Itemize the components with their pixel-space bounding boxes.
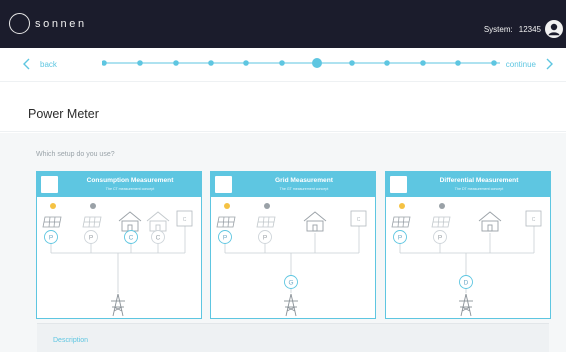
consumption-diagram: C P P C C <box>42 203 193 317</box>
step-dot[interactable] <box>137 60 143 66</box>
grid-diagram: C P P G <box>216 203 367 317</box>
solar-panel-icon <box>431 216 451 228</box>
card-title: Differential Measurement <box>439 177 519 184</box>
meter-label: P <box>263 234 267 241</box>
back-label: back <box>40 59 57 69</box>
meter-icon: D <box>459 275 473 289</box>
description-label: Description <box>53 337 89 344</box>
meter-label: P <box>49 234 53 241</box>
user-avatar-icon[interactable] <box>545 20 563 38</box>
card-subtitle: The DT measurement concept <box>454 187 504 191</box>
storage-box-label: C <box>357 217 361 223</box>
meter-label: C <box>156 234 161 241</box>
meter-label: P <box>438 234 442 241</box>
power-tower-icon <box>459 293 473 317</box>
moon-icon <box>264 203 270 209</box>
step-dot[interactable] <box>455 60 461 66</box>
page-title: Power Meter <box>28 107 99 121</box>
storage-box-label: C <box>532 217 536 223</box>
step-dot[interactable] <box>384 60 390 66</box>
solar-panel-icon <box>256 216 276 228</box>
setup-content: Which setup do you use? Consumption Meas… <box>0 133 566 352</box>
sun-icon <box>50 203 56 209</box>
select-checkbox[interactable] <box>41 176 58 193</box>
meter-icon: P <box>433 230 447 244</box>
differential-diagram: C P P D <box>391 203 542 317</box>
chevron-right-icon <box>546 58 553 70</box>
card-title: Grid Measurement <box>275 177 333 184</box>
option-card-consumption[interactable]: Consumption Measurement The CT measureme… <box>36 171 202 319</box>
step-progress <box>102 58 500 68</box>
chevron-left-icon <box>23 58 30 70</box>
back-button[interactable]: back <box>22 58 57 70</box>
step-dot[interactable] <box>279 60 285 66</box>
power-tower-icon <box>284 293 298 317</box>
meter-icon: P <box>258 230 272 244</box>
meter-icon: C <box>124 230 138 244</box>
logo-text: sonnen <box>35 17 87 30</box>
card-title: Consumption Measurement <box>86 177 174 184</box>
house-icon <box>118 211 142 232</box>
meter-icon: P <box>218 230 232 244</box>
select-checkbox[interactable] <box>215 176 232 193</box>
step-dot[interactable] <box>173 60 179 66</box>
meter-icon: C <box>151 230 165 244</box>
continue-button[interactable]: continue <box>506 58 554 70</box>
top-bar: sonnen System: 12345 <box>0 0 566 48</box>
setup-question: Which setup do you use? <box>36 151 115 158</box>
sun-icon <box>399 203 405 209</box>
card-header: Consumption Measurement The CT measureme… <box>37 172 201 197</box>
logo-ring-icon <box>9 13 30 34</box>
title-band: Power Meter <box>0 83 566 132</box>
step-dot[interactable] <box>102 60 107 66</box>
continue-label: continue <box>505 59 536 69</box>
wizard-stepper: back continue <box>0 48 566 82</box>
card-subtitle: The CT measurement concept <box>105 187 155 191</box>
card-header: Grid Measurement The GT measurement conc… <box>211 172 375 197</box>
power-tower-icon <box>111 293 125 317</box>
house-icon <box>478 211 502 232</box>
step-dot[interactable] <box>349 60 355 66</box>
meter-label: P <box>398 234 402 241</box>
meter-icon: P <box>44 230 58 244</box>
step-dot[interactable] <box>420 60 426 66</box>
house-icon <box>146 211 170 232</box>
moon-icon <box>90 203 96 209</box>
system-indicator: System: 12345 <box>484 25 541 34</box>
meter-label: P <box>223 234 227 241</box>
step-dot[interactable] <box>243 60 249 66</box>
meter-label: G <box>288 279 293 286</box>
system-label: System: <box>483 25 513 34</box>
meter-label: P <box>89 234 93 241</box>
sonnen-logo[interactable]: sonnen <box>9 13 87 34</box>
meter-label: C <box>129 234 134 241</box>
card-subtitle: The GT measurement concept <box>279 187 329 191</box>
house-icon <box>303 211 327 232</box>
meter-icon: P <box>84 230 98 244</box>
step-dot[interactable] <box>491 60 497 66</box>
select-checkbox[interactable] <box>390 176 407 193</box>
meter-icon: G <box>284 275 298 289</box>
option-card-differential[interactable]: Differential Measurement The DT measurem… <box>385 171 551 319</box>
moon-icon <box>439 203 445 209</box>
option-card-grid[interactable]: Grid Measurement The GT measurement conc… <box>210 171 376 319</box>
solar-panel-icon <box>216 216 236 228</box>
solar-panel-icon <box>82 216 102 228</box>
system-id: 12345 <box>518 25 541 34</box>
storage-box-label: C <box>183 217 187 223</box>
solar-panel-icon <box>42 216 62 228</box>
card-header: Differential Measurement The DT measurem… <box>386 172 550 197</box>
step-dot-active[interactable] <box>312 58 322 68</box>
sun-icon <box>224 203 230 209</box>
meter-icon: P <box>393 230 407 244</box>
meter-label: D <box>464 279 469 286</box>
solar-panel-icon <box>391 216 411 228</box>
step-dot[interactable] <box>208 60 214 66</box>
description-panel[interactable]: Description <box>37 323 549 352</box>
